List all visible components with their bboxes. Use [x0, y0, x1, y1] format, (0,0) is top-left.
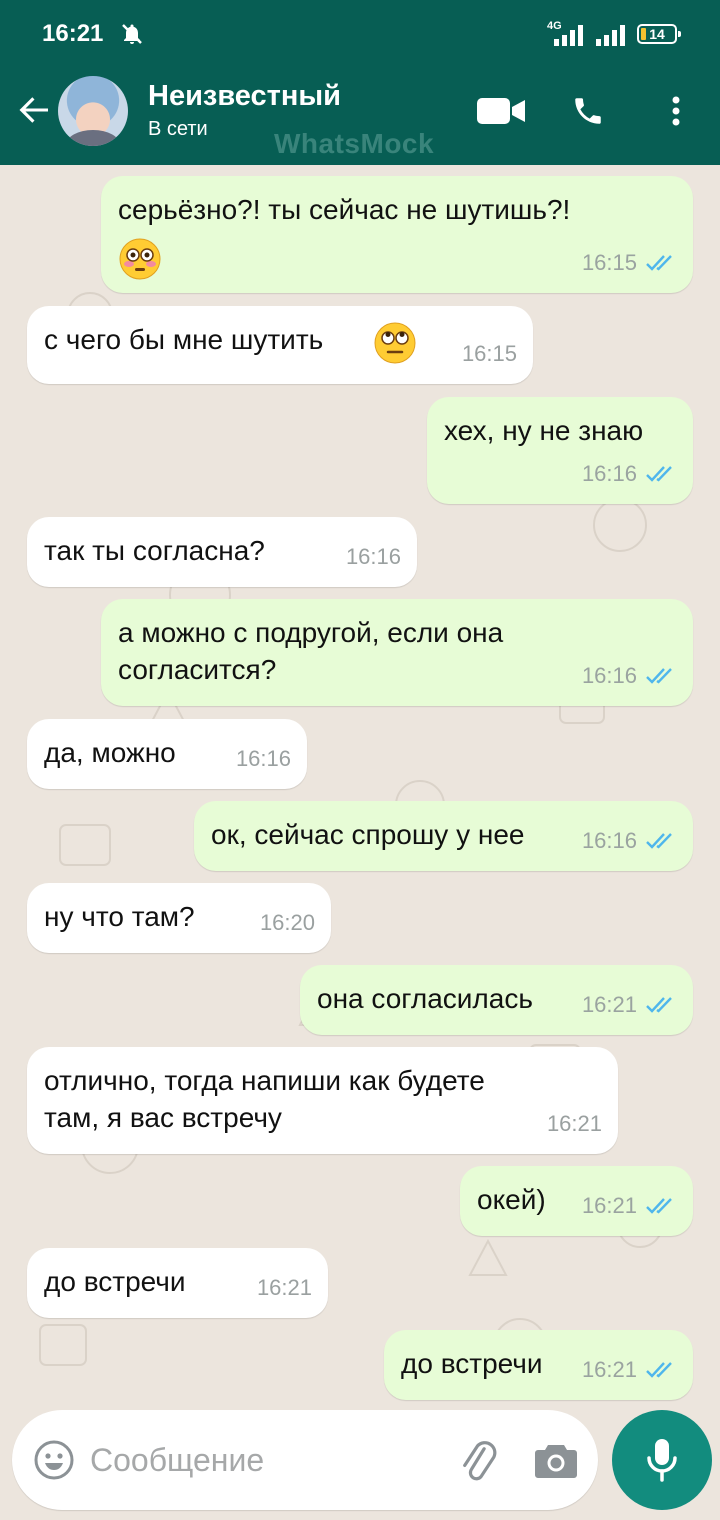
- contact-name[interactable]: Неизвестный: [148, 80, 341, 113]
- message-text: ну что там?: [44, 901, 195, 932]
- read-ticks-icon: [646, 832, 672, 849]
- battery-level: 14: [649, 26, 665, 42]
- phone-call-icon[interactable]: [568, 94, 608, 128]
- message-time: 16:21: [546, 1111, 602, 1136]
- message-bubble-outgoing[interactable]: хех, ну не знаю 16:16: [427, 397, 693, 504]
- message-input-placeholder[interactable]: Сообщение: [90, 1442, 264, 1479]
- contact-status: В сети: [148, 118, 208, 140]
- mic-button[interactable]: [612, 1410, 712, 1510]
- read-ticks-icon: [646, 1197, 672, 1214]
- message-time: 16:16: [235, 746, 291, 771]
- message-bubble-outgoing[interactable]: ок, сейчас спрошу у нее 16:16: [194, 801, 693, 871]
- message-meta: 16:16: [346, 538, 401, 575]
- message-time: 16:15: [461, 341, 517, 366]
- message-time: 16:16: [581, 663, 637, 688]
- message-bubble-incoming[interactable]: с чего бы мне шутить 16:15: [27, 306, 533, 384]
- message-text: так ты согласна?: [44, 535, 265, 566]
- message-meta: 16:21: [257, 1269, 312, 1306]
- paperclip-icon[interactable]: [456, 1438, 500, 1482]
- emoji-icon[interactable]: [34, 1440, 74, 1480]
- flushed-face-icon: [119, 238, 161, 280]
- message-text: отлично, тогда напиши как будете там, я …: [44, 1065, 485, 1133]
- camera-icon[interactable]: [534, 1440, 578, 1480]
- message-text: до встречи: [44, 1266, 186, 1297]
- message-text: хех, ну не знаю: [444, 415, 644, 446]
- signal-icon: [554, 25, 583, 46]
- message-time: 16:21: [581, 1193, 637, 1218]
- message-time: 16:16: [581, 461, 637, 486]
- read-ticks-icon: [646, 465, 672, 482]
- message-meta: 16:15: [462, 335, 517, 372]
- message-meta: 16:16: [582, 822, 677, 859]
- more-options-icon[interactable]: [664, 94, 688, 128]
- message-meta: 16:21: [547, 1105, 602, 1142]
- message-text: с чего бы мне шутить: [44, 324, 324, 355]
- message-meta: 16:20: [260, 904, 315, 941]
- message-text: серьёзно?! ты сейчас не шутишь?!: [118, 194, 571, 225]
- message-bubble-incoming[interactable]: до встречи 16:21: [27, 1248, 328, 1318]
- message-time: 16:21: [256, 1275, 312, 1300]
- message-bubble-incoming[interactable]: да, можно 16:16: [27, 719, 307, 789]
- message-text: ок, сейчас спрошу у нее: [211, 819, 525, 850]
- message-bubble-outgoing[interactable]: до встречи 16:21: [384, 1330, 693, 1400]
- message-bubble-outgoing[interactable]: она согласилась 16:21: [300, 965, 693, 1035]
- watermark: WhatsMock: [274, 128, 435, 159]
- message-meta: 16:21: [582, 1187, 677, 1224]
- signal-icon-2: [596, 25, 625, 46]
- read-ticks-icon: [646, 996, 672, 1013]
- message-bubble-outgoing[interactable]: окей) 16:21: [460, 1166, 693, 1236]
- message-text: окей): [477, 1184, 546, 1215]
- message-bubble-outgoing[interactable]: серьёзно?! ты сейчас не шутишь?! 16:15: [101, 176, 693, 293]
- message-meta: 16:21: [582, 1351, 677, 1388]
- read-ticks-icon: [646, 1361, 672, 1378]
- message-bubble-outgoing[interactable]: а можно с подругой, если она согласится?…: [101, 599, 693, 706]
- message-bubble-incoming[interactable]: ну что там? 16:20: [27, 883, 331, 953]
- bell-off-icon: [122, 24, 142, 44]
- message-time: 16:21: [581, 992, 637, 1017]
- avatar[interactable]: [58, 76, 128, 146]
- status-bar: 16:21 4G 14: [0, 0, 720, 68]
- microphone-icon: [647, 1439, 677, 1482]
- battery-icon: 14: [637, 24, 681, 44]
- message-time: 16:16: [581, 828, 637, 853]
- message-time: 16:15: [581, 250, 637, 275]
- status-time: 16:21: [42, 20, 104, 47]
- message-text: да, можно: [44, 737, 176, 768]
- message-meta: 16:16: [582, 455, 677, 492]
- chat-area: серьёзно?! ты сейчас не шутишь?! 16:15 с…: [0, 165, 720, 1405]
- message-time: 16:20: [259, 910, 315, 935]
- read-ticks-icon: [646, 667, 672, 684]
- message-bubble-incoming[interactable]: отлично, тогда напиши как будете там, я …: [27, 1047, 618, 1154]
- read-ticks-icon: [646, 254, 672, 271]
- message-input-bar[interactable]: Сообщение: [12, 1410, 598, 1510]
- message-meta: 16:16: [582, 657, 677, 694]
- message-bubble-incoming[interactable]: так ты согласна? 16:16: [27, 517, 417, 587]
- back-arrow-icon[interactable]: [16, 92, 52, 128]
- message-text: она согласилась: [317, 983, 533, 1014]
- eye-roll-face-icon: [374, 322, 416, 364]
- message-time: 16:16: [345, 544, 401, 569]
- message-meta: 16:15: [582, 244, 677, 281]
- message-text: до встречи: [401, 1348, 543, 1379]
- message-text: а можно с подругой, если она согласится?: [118, 617, 504, 685]
- video-call-icon[interactable]: [476, 94, 526, 128]
- message-meta: 16:16: [236, 740, 291, 777]
- message-meta: 16:21: [582, 986, 677, 1023]
- message-time: 16:21: [581, 1357, 637, 1382]
